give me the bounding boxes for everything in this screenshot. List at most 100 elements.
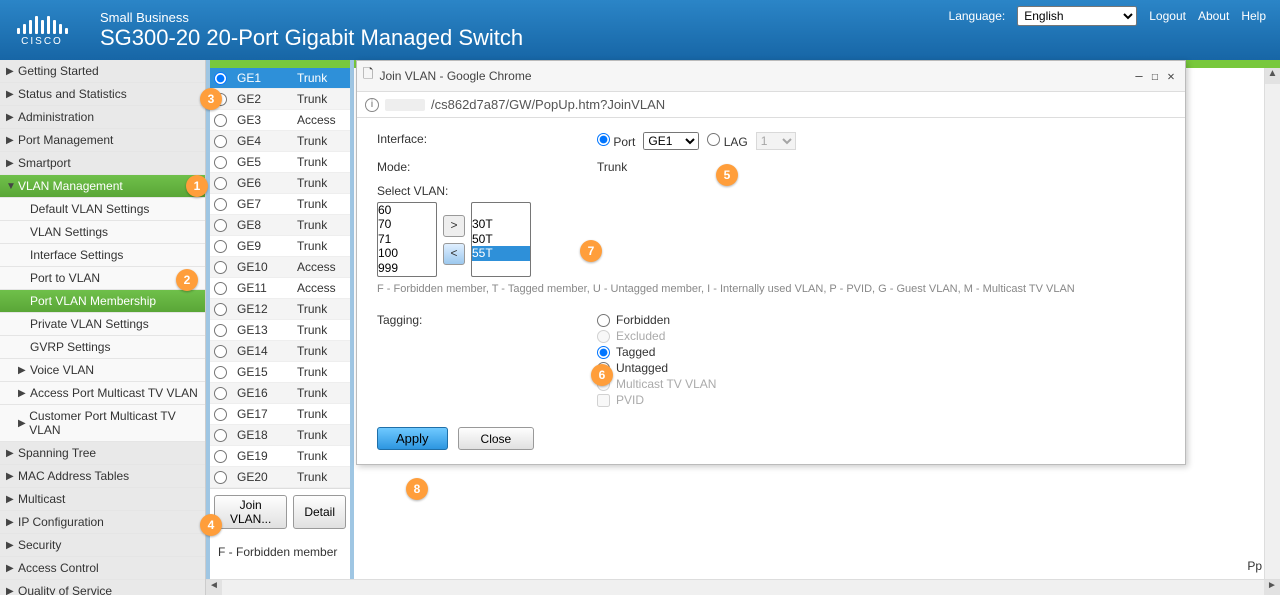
sidebar-item[interactable]: Private VLAN Settings — [0, 313, 205, 336]
port-row[interactable]: GE10Access — [210, 257, 350, 278]
port-row[interactable]: GE13Trunk — [210, 320, 350, 341]
sidebar-item[interactable]: ▶Smartport — [0, 152, 205, 175]
sidebar-item[interactable]: Port to VLAN — [0, 267, 205, 290]
tagging-radio[interactable] — [597, 346, 610, 359]
sidebar-item[interactable]: Default VLAN Settings — [0, 198, 205, 221]
port-radio[interactable] — [214, 72, 227, 85]
sidebar-item[interactable]: Port VLAN Membership — [0, 290, 205, 313]
sidebar-item[interactable]: ▶Getting Started — [0, 60, 205, 83]
port-radio[interactable] — [214, 156, 227, 169]
port-radio[interactable] — [214, 303, 227, 316]
port-row[interactable]: GE1Trunk — [210, 68, 350, 89]
sidebar-item[interactable]: ▶Status and Statistics — [0, 83, 205, 106]
sidebar-item[interactable]: ▶MAC Address Tables — [0, 465, 205, 488]
sidebar-item[interactable]: ▶Access Port Multicast TV VLAN — [0, 382, 205, 405]
sidebar-item[interactable]: ▼VLAN Management — [0, 175, 205, 198]
port-row[interactable]: GE2Trunk — [210, 89, 350, 110]
move-right-icon[interactable]: > — [443, 215, 465, 237]
lag-radio[interactable] — [707, 133, 720, 146]
move-left-icon[interactable]: < — [443, 243, 465, 265]
chevron-down-icon: ▼ — [6, 181, 18, 192]
port-row[interactable]: GE15Trunk — [210, 362, 350, 383]
sidebar-item[interactable]: ▶Spanning Tree — [0, 442, 205, 465]
about-link[interactable]: About — [1198, 9, 1229, 23]
port-radio[interactable] — [214, 177, 227, 190]
port-radio[interactable] — [214, 261, 227, 274]
sidebar-item[interactable]: Interface Settings — [0, 244, 205, 267]
selected-vlans-list[interactable]: 30T50T55T — [471, 202, 531, 277]
port-name: GE5 — [237, 155, 297, 169]
tagging-option[interactable]: Forbidden — [597, 313, 716, 327]
port-radio-label[interactable]: Port — [597, 133, 635, 149]
port-radio[interactable] — [214, 366, 227, 379]
port-radio[interactable] — [214, 135, 227, 148]
lag-radio-label[interactable]: LAG — [707, 133, 747, 149]
sidebar-item[interactable]: ▶Administration — [0, 106, 205, 129]
help-link[interactable]: Help — [1241, 9, 1266, 23]
sidebar-item[interactable]: ▶Security — [0, 534, 205, 557]
port-name: GE14 — [237, 344, 297, 358]
scroll-left-icon[interactable]: ◄ — [206, 580, 222, 595]
port-radio[interactable] — [214, 324, 227, 337]
bottom-scrollbar[interactable]: ◄ ► — [206, 579, 1280, 595]
port-row[interactable]: GE4Trunk — [210, 131, 350, 152]
port-radio[interactable] — [214, 408, 227, 421]
port-row[interactable]: GE12Trunk — [210, 299, 350, 320]
maximize-icon[interactable]: ☐ — [1147, 69, 1163, 83]
sidebar-item[interactable]: ▶Multicast — [0, 488, 205, 511]
port-radio[interactable] — [214, 450, 227, 463]
sidebar-item[interactable]: ▶Voice VLAN — [0, 359, 205, 382]
port-radio[interactable] — [214, 345, 227, 358]
port-radio[interactable] — [214, 429, 227, 442]
scroll-up-icon[interactable]: ▲ — [1265, 68, 1280, 84]
sidebar-item[interactable]: GVRP Settings — [0, 336, 205, 359]
minimize-icon[interactable]: — — [1131, 69, 1147, 83]
join-vlan-popup: 🗋 Join VLAN - Google Chrome — ☐ ✕ i /cs8… — [356, 60, 1186, 465]
port-select[interactable]: GE1 — [643, 132, 699, 150]
sidebar-item[interactable]: ▶Quality of Service — [0, 580, 205, 595]
details-button[interactable]: Detail — [293, 495, 346, 529]
port-row[interactable]: GE3Access — [210, 110, 350, 131]
port-row[interactable]: GE20Trunk — [210, 467, 350, 488]
sidebar-item[interactable]: ▶Port Management — [0, 129, 205, 152]
port-row[interactable]: GE16Trunk — [210, 383, 350, 404]
tagging-radio[interactable] — [597, 314, 610, 327]
port-row[interactable]: GE9Trunk — [210, 236, 350, 257]
apply-button[interactable]: Apply — [377, 427, 448, 450]
port-row[interactable]: GE5Trunk — [210, 152, 350, 173]
port-radio[interactable] — [214, 198, 227, 211]
sidebar-item[interactable]: ▶IP Configuration — [0, 511, 205, 534]
port-radio[interactable] — [597, 133, 610, 146]
port-row[interactable]: GE14Trunk — [210, 341, 350, 362]
port-row[interactable]: GE19Trunk — [210, 446, 350, 467]
join-vlan-button[interactable]: Join VLAN... — [214, 495, 287, 529]
tagging-option[interactable]: Untagged — [597, 361, 716, 375]
language-select[interactable]: English — [1017, 6, 1137, 26]
sidebar-item[interactable]: ▶Customer Port Multicast TV VLAN — [0, 405, 205, 442]
port-row[interactable]: GE18Trunk — [210, 425, 350, 446]
port-radio[interactable] — [214, 282, 227, 295]
port-row[interactable]: GE17Trunk — [210, 404, 350, 425]
available-vlans-list[interactable]: 607071100999 — [377, 202, 437, 277]
sidebar-item[interactable]: VLAN Settings — [0, 221, 205, 244]
port-radio[interactable] — [214, 114, 227, 127]
port-radio[interactable] — [214, 240, 227, 253]
port-radio[interactable] — [214, 471, 227, 484]
port-row[interactable]: GE8Trunk — [210, 215, 350, 236]
chevron-right-icon: ▶ — [6, 586, 18, 595]
port-row[interactable]: GE7Trunk — [210, 194, 350, 215]
port-radio[interactable] — [214, 219, 227, 232]
right-scrollbar[interactable]: ▲ — [1264, 68, 1280, 595]
sidebar-item-label: Access Port Multicast TV VLAN — [30, 386, 198, 400]
close-icon[interactable]: ✕ — [1163, 69, 1179, 83]
sidebar-item[interactable]: ▶Access Control — [0, 557, 205, 580]
port-radio[interactable] — [214, 387, 227, 400]
tagging-option[interactable]: Tagged — [597, 345, 716, 359]
scroll-right-icon[interactable]: ► — [1264, 580, 1280, 595]
logout-link[interactable]: Logout — [1149, 9, 1186, 23]
port-row[interactable]: GE6Trunk — [210, 173, 350, 194]
chevron-right-icon: ▶ — [6, 66, 18, 77]
sidebar[interactable]: ▶Getting Started▶Status and Statistics▶A… — [0, 60, 206, 595]
port-row[interactable]: GE11Access — [210, 278, 350, 299]
popup-close-button[interactable]: Close — [458, 427, 535, 450]
